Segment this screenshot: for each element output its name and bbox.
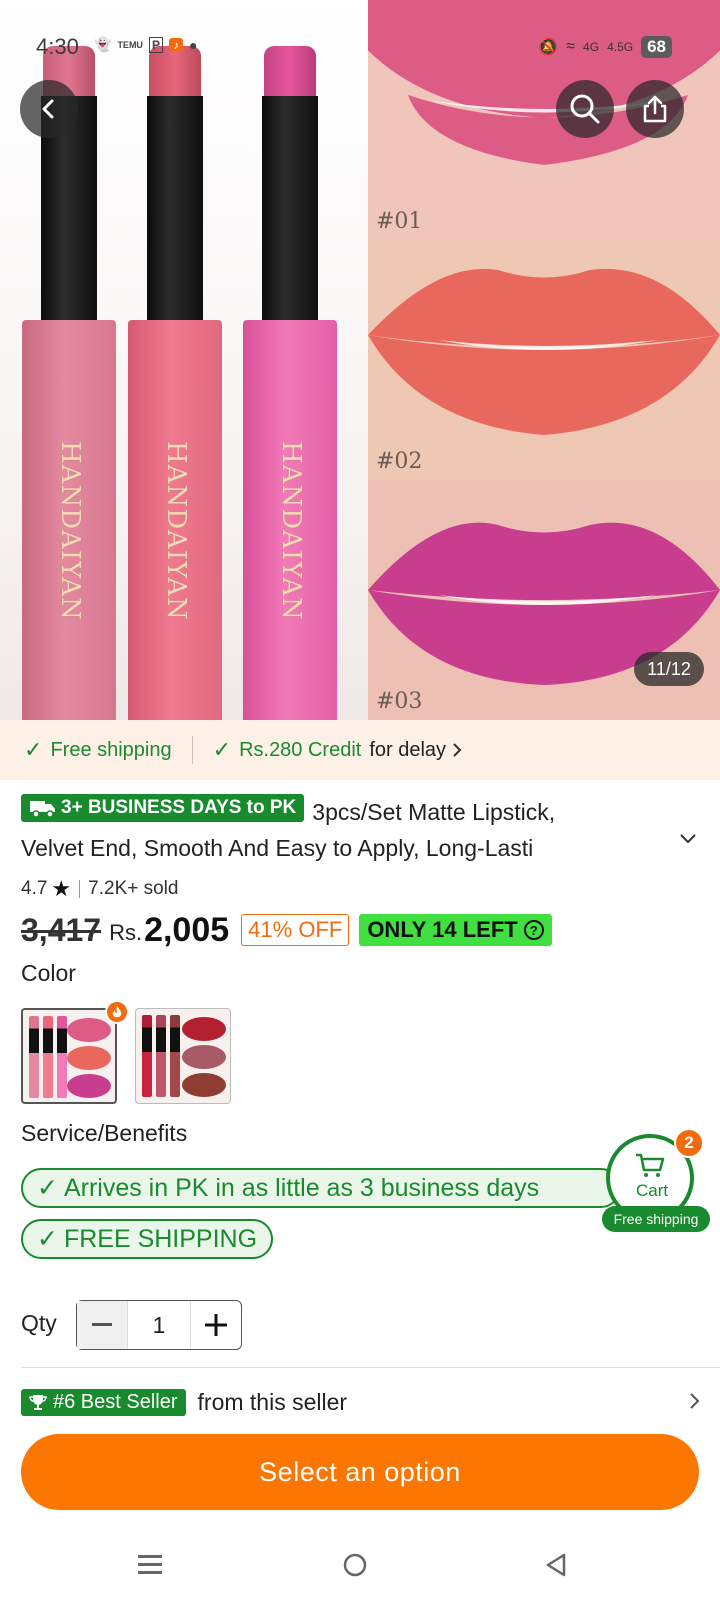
- search-icon: [570, 94, 600, 124]
- quantity-stepper: 1: [76, 1300, 242, 1350]
- status-time: 4:30: [36, 34, 79, 59]
- network-45g: 4.5G: [607, 40, 634, 54]
- check-icon: ✓: [37, 1174, 58, 1202]
- discount-badge: 41% OFF: [241, 914, 350, 946]
- back-nav-icon[interactable]: [544, 1552, 568, 1578]
- cart-count-badge: 2: [674, 1128, 704, 1158]
- select-option-button[interactable]: Select an option: [21, 1434, 699, 1510]
- increase-button[interactable]: [191, 1301, 241, 1349]
- product-image-gallery[interactable]: HANDAIYAN HANDAIYAN HANDAIYAN #01 #02 #0…: [0, 0, 720, 720]
- wifi-icon: ≈: [566, 38, 576, 55]
- best-seller-text: from this seller: [197, 1388, 348, 1415]
- brand-text: HANDAIYAN: [276, 441, 306, 621]
- brand-text: HANDAIYAN: [55, 441, 85, 621]
- temu-icon: TEMU: [117, 39, 143, 50]
- minus-icon: [92, 1323, 112, 1326]
- quantity-input[interactable]: 1: [127, 1301, 191, 1349]
- question-icon: ?: [523, 920, 544, 940]
- search-button[interactable]: [556, 80, 614, 138]
- qty-label: Qty: [21, 1310, 57, 1336]
- brand-text: HANDAIYAN: [161, 441, 191, 621]
- best-seller-badge-text: #6 Best Seller: [53, 1390, 178, 1413]
- menu-icon[interactable]: [138, 1552, 162, 1576]
- benefit-free-shipping: ✓ FREE SHIPPING: [21, 1219, 274, 1259]
- home-icon[interactable]: [342, 1552, 368, 1578]
- fire-icon: [105, 1000, 129, 1024]
- truck-icon: [30, 801, 55, 818]
- shade-label-3: #03: [376, 689, 423, 714]
- battery-icon: 68: [641, 36, 672, 58]
- sale-price: 2,005: [144, 910, 230, 949]
- lipstick-1: HANDAIYAN: [22, 46, 116, 720]
- system-nav-bar: [0, 1530, 720, 1600]
- benefit-arrival-text: Arrives in PK in as little as 3 business…: [63, 1173, 540, 1202]
- original-price: 3,417: [21, 911, 102, 948]
- stock-badge[interactable]: ONLY 14 LEFT ?: [359, 914, 552, 946]
- cart-icon: [636, 1153, 665, 1177]
- shade-label-1: #01: [376, 209, 423, 234]
- rating-value: 4.7: [21, 878, 48, 899]
- star-icon: ★: [51, 876, 72, 901]
- free-shipping-text: Free shipping: [50, 738, 172, 761]
- divider: [191, 736, 193, 764]
- mute-icon: 🔕: [538, 39, 559, 56]
- stock-text: ONLY 14 LEFT: [367, 917, 518, 942]
- p-icon: P: [148, 36, 163, 53]
- cart-label: Cart: [636, 1181, 669, 1200]
- shipping-time-badge: 3+ BUSINESS DAYS to PK: [21, 794, 305, 822]
- best-seller-row[interactable]: #6 Best Seller from this seller: [21, 1386, 701, 1418]
- cart-free-shipping: Free shipping: [602, 1206, 710, 1232]
- trophy-icon: [29, 1395, 47, 1410]
- color-option-pink-set[interactable]: [21, 1008, 117, 1104]
- currency: Rs.: [109, 920, 143, 945]
- network-4g: 4G: [583, 40, 600, 54]
- lipstick-2: HANDAIYAN: [128, 46, 222, 720]
- credit-suffix: for delay: [369, 738, 447, 761]
- notification-icons: 👻 TEMU P ♪ ●: [94, 36, 197, 53]
- lipstick-3: HANDAIYAN: [243, 46, 337, 720]
- benefit-free-shipping-text: FREE SHIPPING: [63, 1224, 258, 1253]
- product-title[interactable]: 3+ BUSINESS DAYS to PK 3pcs/Set Matte Li…: [21, 794, 661, 866]
- decrease-button[interactable]: [77, 1301, 127, 1349]
- shipping-time-text: 3+ BUSINESS DAYS to PK: [61, 797, 297, 818]
- check-icon: ✓: [24, 737, 43, 762]
- chevron-down-icon[interactable]: [678, 832, 698, 846]
- sold-count: 7.2K+ sold: [88, 878, 179, 899]
- back-button[interactable]: [20, 80, 78, 138]
- color-option-red-set[interactable]: [135, 1008, 231, 1104]
- rating-row[interactable]: 4.7 ★ 7.2K+ sold: [21, 876, 178, 902]
- lip-shade-2: #02: [368, 240, 720, 480]
- plus-icon: [205, 1314, 227, 1336]
- share-icon: [643, 95, 667, 123]
- tiktok-icon: ♪: [168, 37, 183, 52]
- shipping-info-strip[interactable]: ✓ Free shipping ✓ Rs.280 Credit for dela…: [0, 720, 720, 780]
- credit-text: Rs.280 Credit: [239, 738, 362, 761]
- divider: [21, 1367, 720, 1368]
- status-bar: 4:30 👻 TEMU P ♪ ● 🔕 ≈ 4G 4.5G 68: [0, 30, 720, 66]
- service-label: Service/Benefits: [21, 1120, 188, 1146]
- color-label: Color: [21, 960, 76, 986]
- check-icon: ✓: [212, 737, 232, 762]
- snapchat-icon: 👻: [94, 36, 112, 52]
- chevron-right-icon: [690, 1393, 700, 1409]
- shade-label-2: #02: [376, 449, 423, 474]
- benefit-arrival: ✓ Arrives in PK in as little as 3 busine…: [21, 1168, 621, 1208]
- share-button[interactable]: [626, 80, 684, 138]
- system-icons: 🔕 ≈ 4G 4.5G 68: [538, 36, 672, 58]
- best-seller-badge: #6 Best Seller: [21, 1388, 186, 1416]
- check-icon: ✓: [37, 1225, 58, 1253]
- chevron-left-icon: [42, 99, 54, 119]
- image-counter: 11/12: [634, 652, 704, 686]
- divider: [79, 880, 81, 898]
- dot-icon: ●: [188, 36, 198, 53]
- chevron-right-icon: [453, 743, 462, 757]
- title-line-2: Velvet End, Smooth And Easy to Apply, Lo…: [21, 835, 534, 861]
- price-row: 3,417 Rs. 2,005 41% OFF ONLY 14 LEFT ?: [21, 908, 552, 952]
- title-line-1: 3pcs/Set Matte Lipstick,: [312, 799, 556, 825]
